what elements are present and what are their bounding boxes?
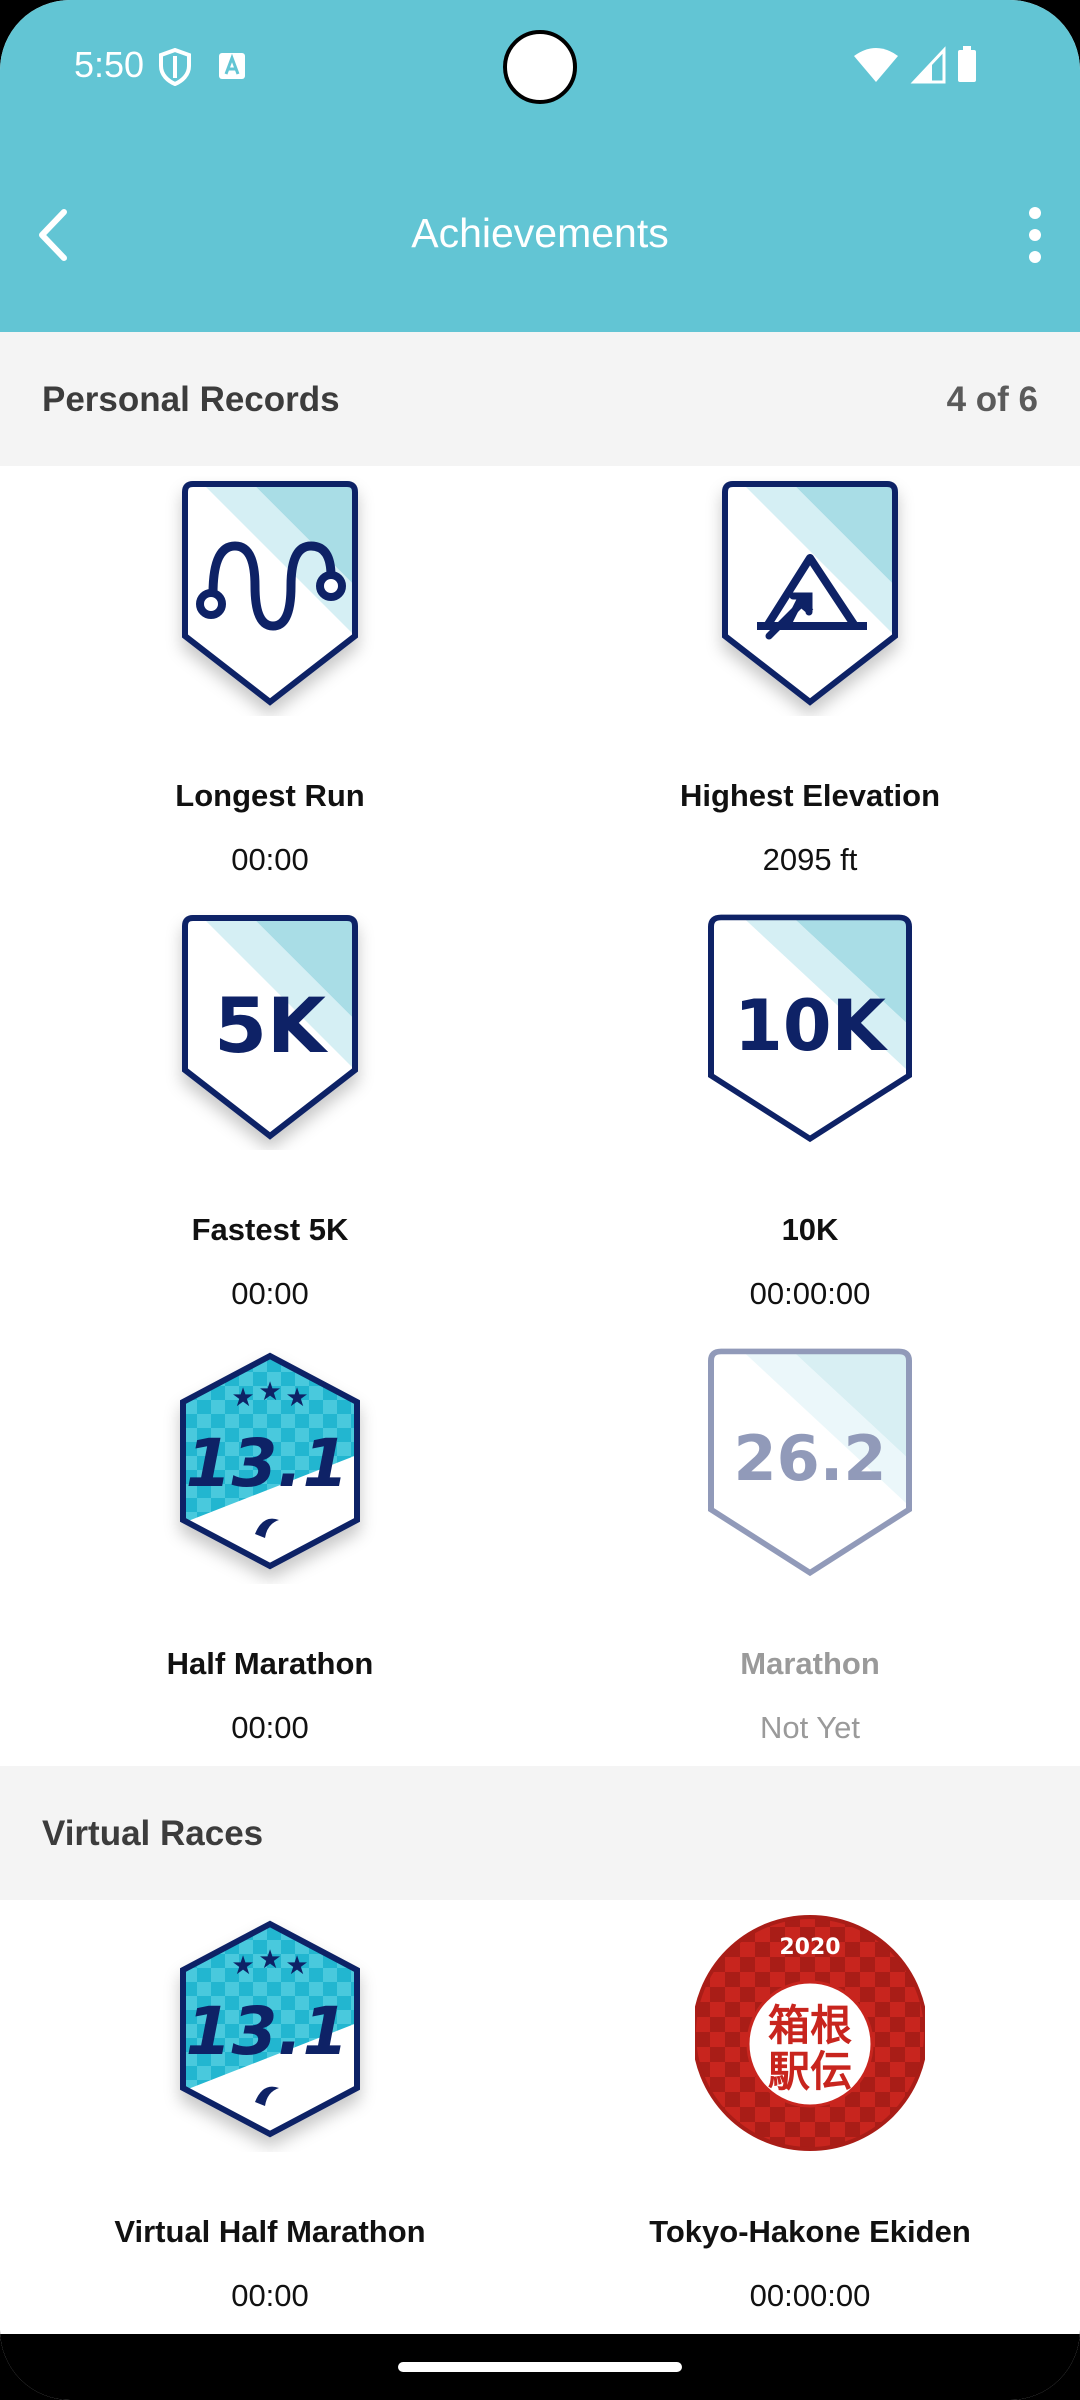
badge-text: 13.1 — [186, 1425, 349, 1502]
badge-text: 13.1 — [186, 1993, 349, 2070]
achievement-name: Longest Run — [175, 778, 365, 813]
achievement-10k[interactable]: 10K 10K 00:00:00 — [540, 910, 1080, 1311]
status-time: 5:50 — [74, 44, 145, 85]
achievement-value: Not Yet — [760, 1710, 860, 1745]
hakone-ekiden-badge-icon: 2020 箱根 駅伝 — [695, 1915, 925, 2151]
achievement-name: 10K — [781, 1212, 839, 1247]
marathon-badge-icon: 26.2 — [708, 1348, 912, 1577]
badge-text: 10K — [734, 985, 888, 1067]
achievement-marathon[interactable]: 26.2 Marathon Not Yet — [540, 1344, 1080, 1745]
half-marathon-badge-icon: ★ ★ ★ 13.1 — [180, 1352, 360, 1570]
race-name: Tokyo-Hakone Ekiden — [649, 2214, 971, 2249]
shield-icon — [159, 48, 191, 86]
5k-badge-icon: 5K — [182, 915, 358, 1140]
signal-icon — [910, 46, 946, 84]
svg-text:★: ★ — [231, 1950, 254, 1980]
svg-text:★: ★ — [258, 1376, 281, 1406]
svg-text:★: ★ — [285, 1382, 308, 1412]
virtual-half-marathon-badge-icon: ★ ★ ★ 13.1 — [180, 1920, 360, 2138]
personal-records-header: Personal Records 4 of 6 — [0, 332, 1080, 466]
badge-kanji-top: 箱根 — [768, 2001, 852, 2050]
app-bar: 5:50 Achievements — [0, 0, 1080, 332]
race-name: Virtual Half Marathon — [114, 2214, 426, 2249]
badge-kanji-bottom: 駅伝 — [768, 2047, 852, 2096]
wifi-icon — [854, 48, 898, 82]
achievement-fastest-5k[interactable]: 5K Fastest 5K 00:00 — [0, 910, 540, 1311]
race-virtual-half-marathon[interactable]: ★ ★ ★ 13.1 Virtual Half Marathon 00:00 — [0, 1912, 540, 2313]
winding-path-icon — [182, 481, 358, 706]
screen: 5:50 Achievements Personal Records 4 of … — [0, 0, 1080, 2400]
badge-text: 26.2 — [734, 1422, 887, 1495]
camera-cutout — [503, 30, 577, 104]
achievement-value: 00:00 — [231, 842, 309, 877]
svg-text:★: ★ — [231, 1382, 254, 1412]
achievement-highest-elevation[interactable]: Highest Elevation 2095 ft — [540, 476, 1080, 877]
achievement-name: Highest Elevation — [679, 778, 941, 813]
achievement-value: 00:00 — [231, 1276, 309, 1311]
achievement-longest-run[interactable]: Longest Run 00:00 — [0, 476, 540, 877]
badge-year-text: 2020 — [779, 1935, 840, 1960]
records-count: 4 of 6 — [946, 380, 1038, 419]
badge-text: 5K — [214, 981, 329, 1070]
battery-icon — [958, 46, 976, 82]
race-value: 00:00 — [231, 2278, 309, 2313]
svg-text:★: ★ — [285, 1950, 308, 1980]
mountain-icon — [722, 481, 898, 706]
more-options-icon[interactable] — [1002, 202, 1068, 268]
status-indicators — [854, 46, 976, 84]
accessibility-app-icon — [219, 53, 245, 79]
achievement-name: Half Marathon — [166, 1646, 374, 1681]
page-title: Achievements — [411, 210, 669, 256]
virtual-races-header: Virtual Races — [0, 1766, 1080, 1900]
10k-badge-icon: 10K — [708, 914, 912, 1143]
toolbar: Achievements — [0, 180, 1080, 290]
status-bar: 5:50 — [0, 0, 1080, 130]
achievement-value: 00:00:00 — [749, 1276, 871, 1311]
section-title: Virtual Races — [42, 1814, 264, 1853]
svg-text:★: ★ — [258, 1944, 281, 1974]
race-tokyo-hakone-ekiden[interactable]: 2020 箱根 駅伝 Tokyo-Hakone Ekiden 00:00:00 — [540, 1912, 1080, 2313]
achievement-name: Marathon — [740, 1646, 880, 1681]
section-title: Personal Records — [42, 380, 340, 419]
achievement-value: 00:00 — [231, 1710, 309, 1745]
home-indicator[interactable] — [398, 2362, 682, 2372]
achievement-name: Fastest 5K — [191, 1212, 349, 1247]
achievement-value: 2095 ft — [762, 842, 858, 877]
achievement-half-marathon[interactable]: ★ ★ ★ 13.1 Half Marathon 00:00 — [0, 1344, 540, 1745]
race-value: 00:00:00 — [749, 2278, 871, 2313]
